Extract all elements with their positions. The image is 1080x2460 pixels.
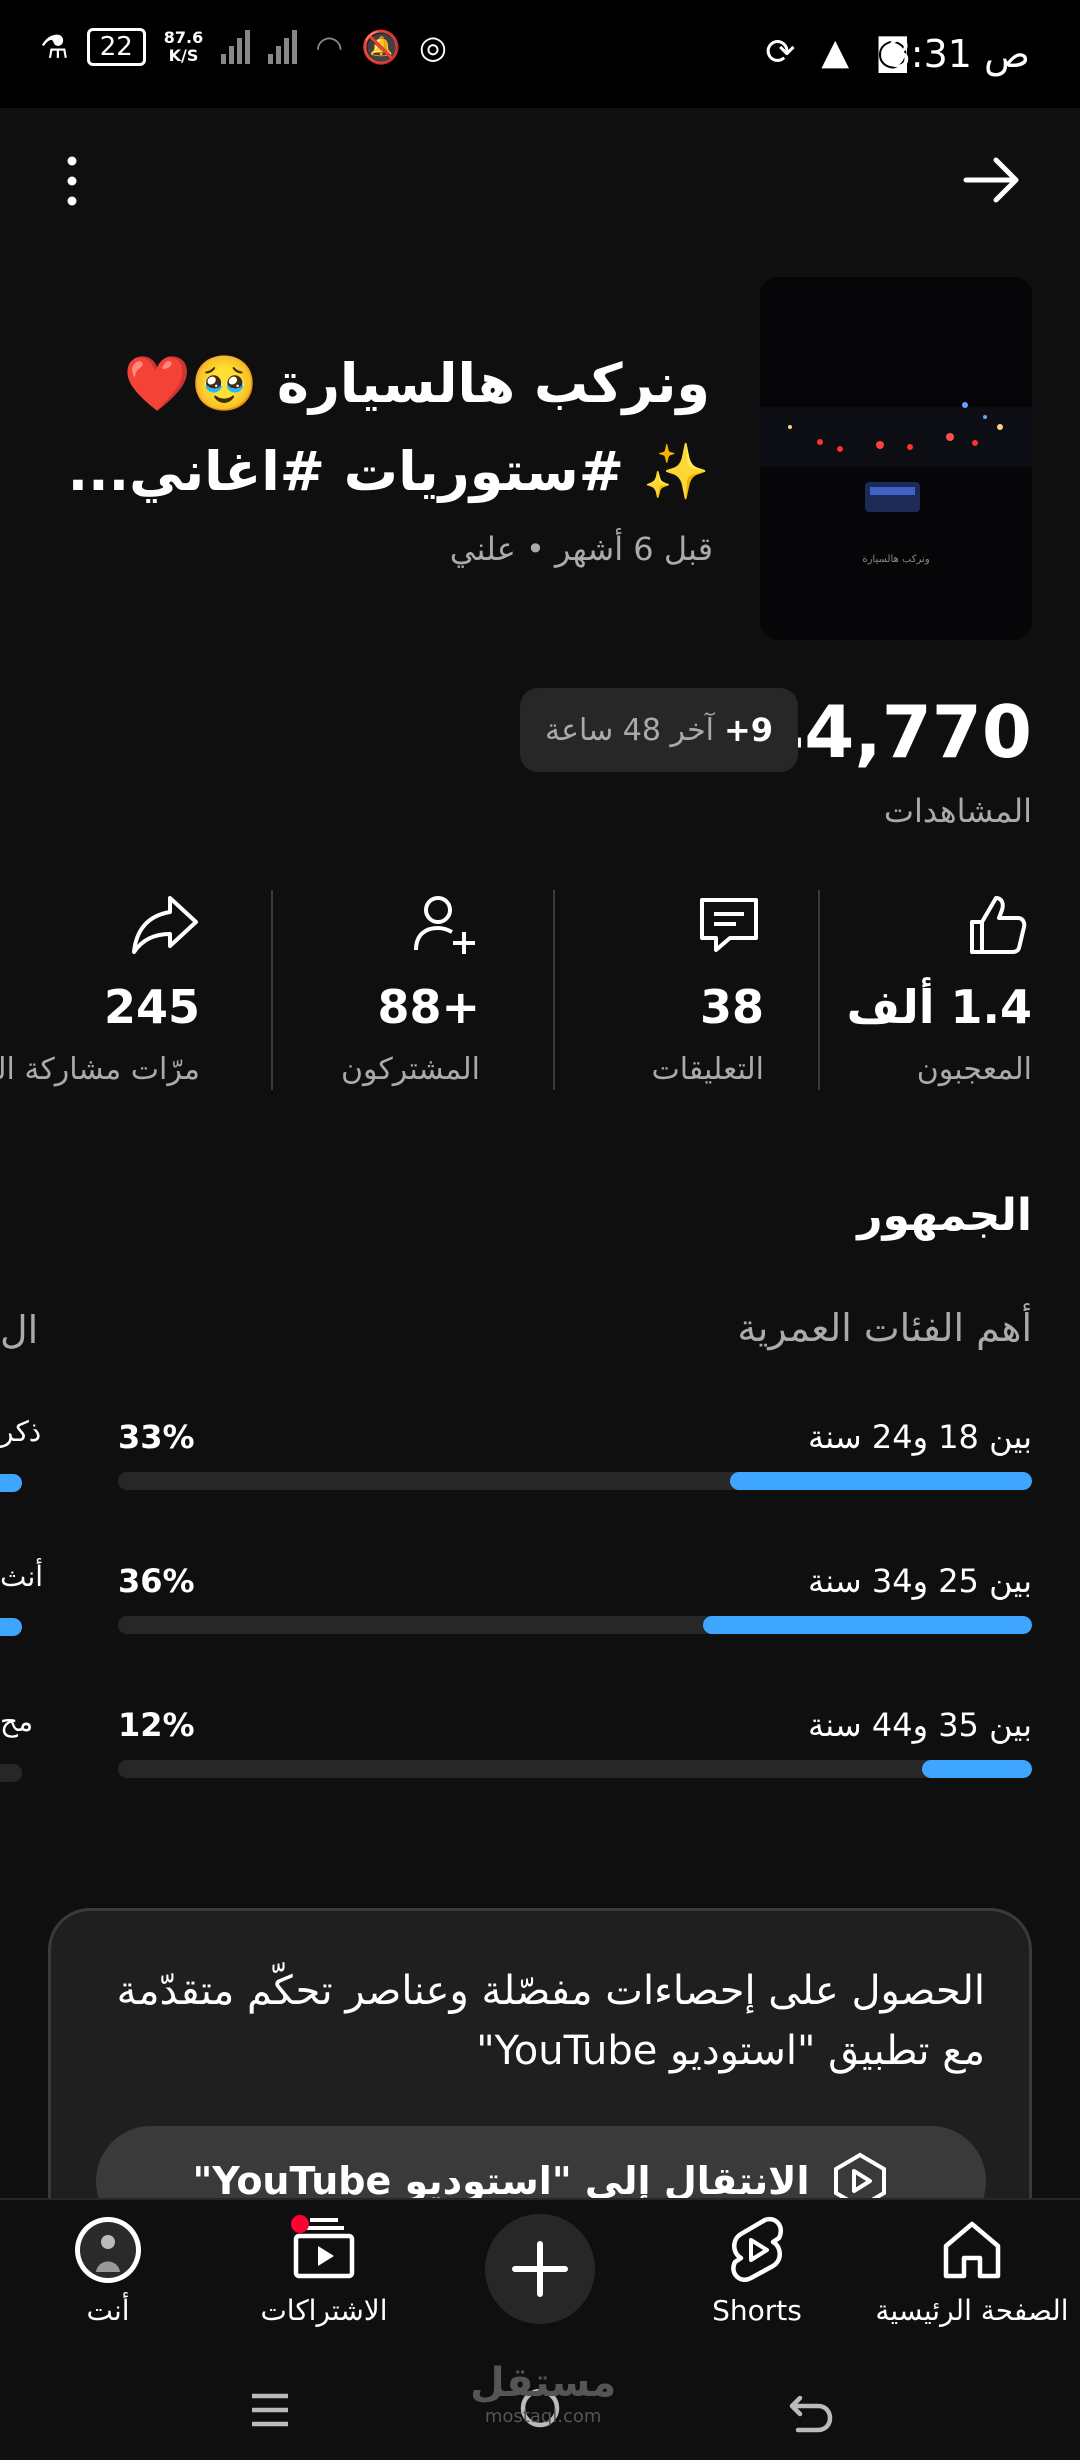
- views-label: المشاهدات: [883, 792, 1032, 830]
- likes-label: المعجبون: [916, 1052, 1032, 1087]
- video-thumbnail[interactable]: ونركب هالسيارة: [760, 277, 1032, 640]
- nav-home[interactable]: الصفحة الرئيسية: [872, 2200, 1072, 2350]
- open-studio-label: الانتقال إلى "استوديو YouTube": [192, 2159, 810, 2203]
- nav-shorts[interactable]: Shorts: [657, 2200, 857, 2350]
- divider: [818, 890, 820, 1090]
- home-icon: [943, 2221, 1001, 2279]
- clock: ص 8:31: [886, 32, 1030, 76]
- age-bar: [118, 1472, 1032, 1490]
- chip-text: آخر 48 ساعة: [544, 712, 714, 748]
- thumbs-up-icon: [970, 896, 1027, 954]
- age-bar-fill: [922, 1760, 1032, 1778]
- likes-value: 1.4 ألف: [846, 980, 1032, 1034]
- signal-icon: [221, 30, 251, 64]
- comments-value: 38: [699, 980, 764, 1034]
- battery-indicator: 22: [86, 28, 146, 66]
- divider: [553, 890, 555, 1090]
- audience-title: الجمهور: [857, 1190, 1032, 1241]
- status-bar: ⚗ 22 87.6 K/S ◠ 🔕 ◎ ⟳ ▲ ◙ ص 8:31: [0, 0, 1080, 108]
- share-icon: [132, 896, 198, 954]
- status-icons-left: ⚗ 22 87.6 K/S ◠ 🔕 ◎: [40, 28, 447, 66]
- back-arrow-icon[interactable]: [960, 148, 1024, 212]
- notification-dot: [291, 2215, 309, 2233]
- comment-icon: [700, 898, 758, 952]
- engagement-stats: 1.4 ألف المعجبون 38 التعليقات +88 المشتر…: [0, 880, 1080, 1100]
- shares-value: 245: [103, 980, 200, 1034]
- subscriptions-icon: [291, 2215, 355, 2279]
- top-bar: [0, 108, 1080, 248]
- gender-bar-fragment: [0, 1474, 22, 1492]
- comments-label: التعليقات: [651, 1052, 764, 1087]
- shares-label: مرّات مشاركة الـ: [0, 1052, 200, 1087]
- more-options-icon[interactable]: [58, 153, 86, 209]
- thumbnail-image: ونركب هالسيارة: [760, 277, 1032, 640]
- back-system-icon[interactable]: [786, 2386, 834, 2434]
- gender-title-cut: ال: [0, 1308, 39, 1352]
- stat-likes[interactable]: 1.4 ألف المعجبون: [772, 880, 1032, 1100]
- age-bar-fill: [702, 1616, 1032, 1634]
- gender-label-cut: مح: [0, 1705, 34, 1738]
- chip-delta: +9: [723, 711, 774, 749]
- signal-icon-2: [268, 30, 298, 64]
- thumbnail-caption: ونركب هالسيارة: [862, 554, 929, 565]
- age-bar: [118, 1616, 1032, 1634]
- nav-you[interactable]: أنت: [8, 2200, 208, 2350]
- stat-subscribers[interactable]: +88 المشتركون: [220, 880, 480, 1100]
- create-button[interactable]: [485, 2214, 595, 2324]
- gender-bar-fragment: [0, 1764, 22, 1782]
- nav-subscriptions[interactable]: الاشتراكات: [224, 2200, 424, 2350]
- age-row: بين 25 و34 سنة 36%: [118, 1562, 1032, 1642]
- subscribers-value: +88: [377, 980, 480, 1034]
- age-groups-title: أهم الفئات العمرية: [737, 1306, 1032, 1350]
- flask-icon: ⚗: [40, 28, 69, 66]
- video-meta: قبل 6 أشهر • علني: [449, 530, 713, 568]
- age-row: بين 35 و44 سنة 12%: [118, 1706, 1032, 1786]
- mute-icon: 🔕: [361, 28, 402, 66]
- recent-views-chip[interactable]: +9 آخر 48 ساعة: [520, 688, 798, 772]
- stat-comments[interactable]: 38 التعليقات: [504, 880, 764, 1100]
- gender-bar-fragment: [0, 1618, 22, 1636]
- age-bar-fill: [730, 1472, 1032, 1490]
- subscribers-label: المشتركون: [341, 1052, 480, 1087]
- shorts-icon: [731, 2216, 783, 2282]
- wifi-icon: ◠: [315, 28, 344, 66]
- divider: [271, 890, 273, 1090]
- add-person-icon: [414, 896, 475, 954]
- bottom-navigation: الصفحة الرئيسية Shorts الاشتراكات أنت: [0, 2198, 1080, 2348]
- gender-label-cut: ذكر: [0, 1415, 42, 1448]
- gender-label-cut: أنث: [0, 1560, 44, 1593]
- recent-apps-icon[interactable]: [248, 2390, 292, 2430]
- avatar: [75, 2217, 141, 2283]
- age-row: بين 18 و24 سنة 33%: [118, 1418, 1032, 1498]
- stat-shares[interactable]: 245 مرّات مشاركة الـ: [0, 880, 200, 1100]
- plus-icon: [512, 2241, 568, 2297]
- network-speed: 87.6 K/S: [163, 28, 204, 65]
- video-title: ونركب هالسيارة 🥹❤️ ✨ #ستوريات #اغاني...: [67, 352, 710, 503]
- warning-icon: ▲: [821, 32, 850, 73]
- sync-icon: ⟳: [765, 32, 796, 73]
- messenger-icon: ◎: [419, 28, 447, 66]
- studio-promo-text: الحصول على إحصاءات مفصّلة وعناصر تحكّم م…: [116, 1968, 985, 2074]
- age-bar: [118, 1760, 1032, 1778]
- watermark-logo: مستقل mostaql.com: [470, 2360, 617, 2427]
